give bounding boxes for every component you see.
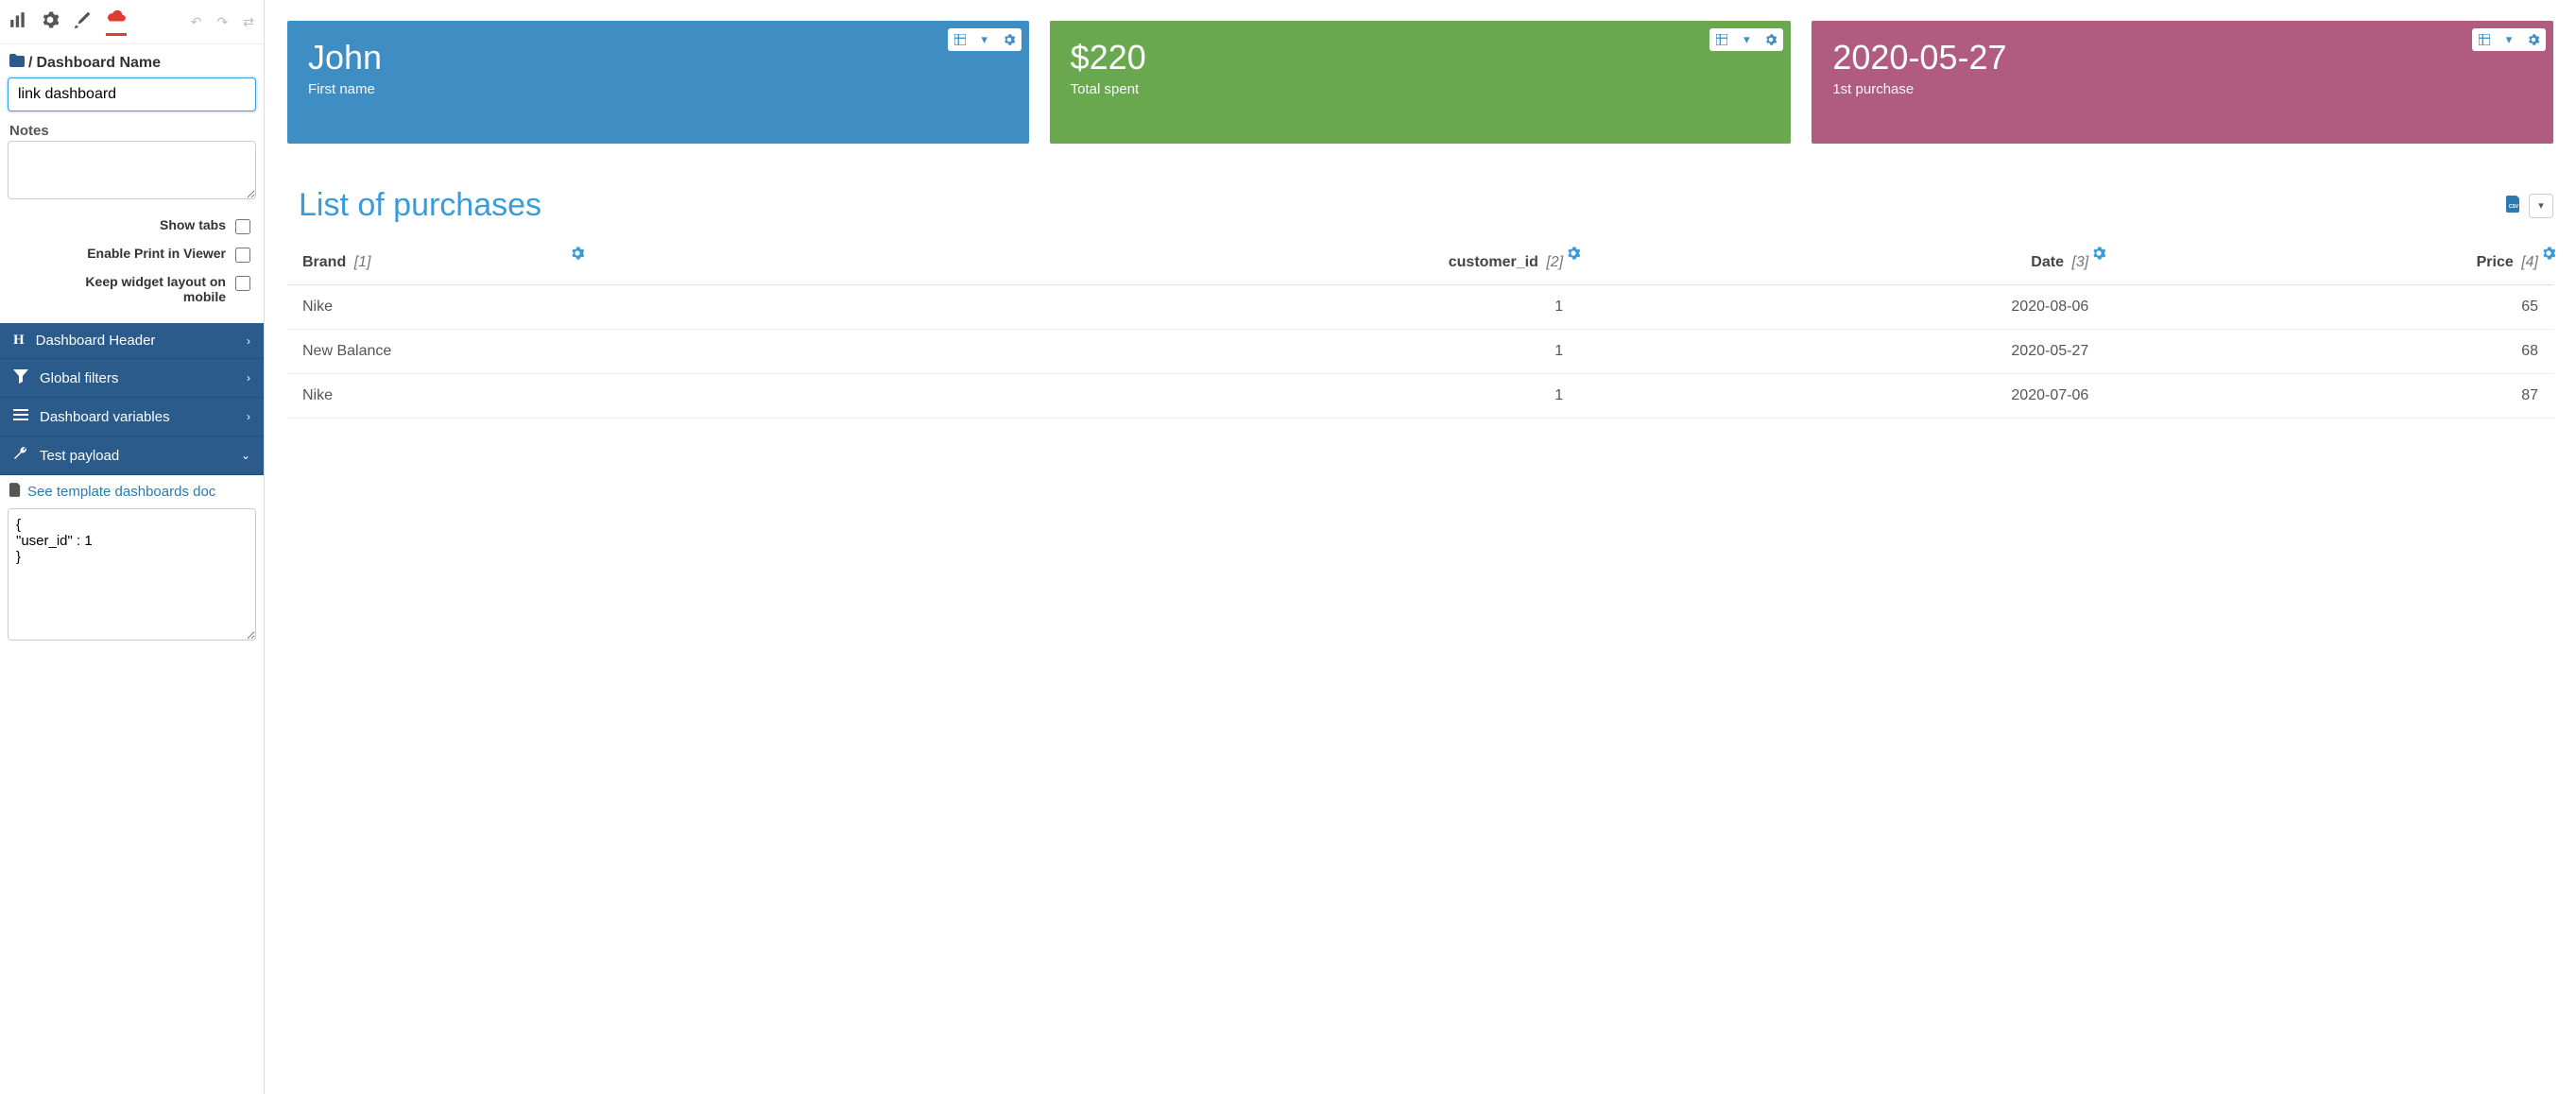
enable-print-checkbox[interactable] bbox=[235, 248, 250, 263]
doc-icon bbox=[9, 483, 22, 501]
cell-brand: Nike bbox=[287, 285, 870, 330]
accordion-variables[interactable]: Dashboard variables › bbox=[0, 398, 264, 436]
accordion-header-label: Dashboard Header bbox=[36, 333, 156, 349]
card-gear-icon[interactable] bbox=[2521, 28, 2546, 51]
accordion-payload-label: Test payload bbox=[40, 448, 119, 464]
col-label: customer_id bbox=[1449, 254, 1538, 270]
gear-icon[interactable] bbox=[42, 11, 59, 33]
kpi-value: 2020-05-27 bbox=[1832, 38, 2533, 77]
kpi-label: First name bbox=[308, 81, 1008, 97]
cloud-icon[interactable] bbox=[106, 8, 127, 36]
card-table-icon[interactable] bbox=[1709, 28, 1734, 51]
svg-text:CSV: CSV bbox=[2509, 204, 2519, 210]
table-options-dropdown[interactable]: ▾ bbox=[2529, 194, 2553, 218]
redo-icon[interactable]: ↷ bbox=[217, 14, 229, 30]
cell-customerid: 1 bbox=[870, 374, 1578, 419]
cell-brand: Nike bbox=[287, 374, 870, 419]
kpi-label: 1st purchase bbox=[1832, 81, 2533, 97]
filter-icon bbox=[13, 368, 28, 387]
col-customerid[interactable]: customer_id [2] bbox=[870, 241, 1578, 285]
swap-icon[interactable]: ⇄ bbox=[243, 14, 254, 30]
cell-price: 68 bbox=[2104, 330, 2553, 374]
kpi-card-totalspent: ▾ $220 Total spent bbox=[1050, 21, 1792, 144]
col-index: [1] bbox=[354, 254, 371, 270]
template-doc-link[interactable]: See template dashboards doc bbox=[0, 475, 264, 508]
col-brand[interactable]: Brand [1] bbox=[287, 241, 870, 285]
show-tabs-checkbox[interactable] bbox=[235, 219, 250, 234]
kpi-value: John bbox=[308, 38, 1008, 77]
accordion: H Dashboard Header › Global filters › Da… bbox=[0, 323, 264, 475]
card-caret-icon[interactable]: ▾ bbox=[972, 28, 997, 51]
sidebar: ↶ ↷ ⇄ / Dashboard Name Notes Show tabs E… bbox=[0, 0, 265, 1094]
accordion-payload[interactable]: Test payload ⌄ bbox=[0, 436, 264, 475]
kpi-card-firstpurchase: ▾ 2020-05-27 1st purchase bbox=[1812, 21, 2553, 144]
chevron-down-icon: ⌄ bbox=[241, 449, 250, 462]
col-date[interactable]: Date [3] bbox=[1578, 241, 2104, 285]
kpi-card-firstname: ▾ John First name bbox=[287, 21, 1029, 144]
keep-layout-label: Keep widget layout on mobile bbox=[46, 274, 226, 304]
csv-export-icon[interactable]: CSV bbox=[2506, 196, 2521, 215]
card-gear-icon[interactable] bbox=[1759, 28, 1783, 51]
sidebar-toolbar: ↶ ↷ ⇄ bbox=[0, 0, 264, 44]
chart-icon[interactable] bbox=[9, 11, 26, 33]
chevron-right-icon: › bbox=[247, 371, 250, 385]
card-caret-icon[interactable]: ▾ bbox=[1734, 28, 1759, 51]
enable-print-label: Enable Print in Viewer bbox=[87, 246, 226, 261]
purchases-table: Brand [1] customer_id [2] Date [3] Price… bbox=[287, 241, 2553, 419]
notes-label: Notes bbox=[0, 119, 264, 141]
cell-date: 2020-08-06 bbox=[1578, 285, 2104, 330]
table-row[interactable]: Nike12020-08-0665 bbox=[287, 285, 2553, 330]
card-table-icon[interactable] bbox=[948, 28, 972, 51]
cell-brand: New Balance bbox=[287, 330, 870, 374]
cell-date: 2020-07-06 bbox=[1578, 374, 2104, 419]
col-label: Price bbox=[2477, 254, 2514, 270]
table-header-row: Brand [1] customer_id [2] Date [3] Price… bbox=[287, 241, 2553, 285]
table-row[interactable]: Nike12020-07-0687 bbox=[287, 374, 2553, 419]
card-caret-icon[interactable]: ▾ bbox=[2497, 28, 2521, 51]
kpi-cards: ▾ John First name ▾ $220 Total spent ▾ 2… bbox=[287, 21, 2553, 144]
template-doc-link-label: See template dashboards doc bbox=[27, 484, 215, 500]
table-row[interactable]: New Balance12020-05-2768 bbox=[287, 330, 2553, 374]
wrench-icon bbox=[13, 446, 28, 465]
dashboard-name-input[interactable] bbox=[8, 77, 256, 111]
cell-price: 87 bbox=[2104, 374, 2553, 419]
col-gear-icon[interactable] bbox=[2542, 247, 2555, 263]
chevron-right-icon: › bbox=[247, 334, 250, 348]
list-icon bbox=[13, 407, 28, 426]
chevron-right-icon: › bbox=[247, 410, 250, 423]
notes-textarea[interactable] bbox=[8, 141, 256, 199]
col-label: Brand bbox=[302, 254, 346, 270]
keep-layout-checkbox[interactable] bbox=[235, 276, 250, 291]
payload-textarea[interactable]: { "user_id" : 1 } bbox=[8, 508, 256, 641]
col-label: Date bbox=[2031, 254, 2064, 270]
accordion-filters-label: Global filters bbox=[40, 370, 118, 386]
kpi-label: Total spent bbox=[1071, 81, 1771, 97]
card-table-icon[interactable] bbox=[2472, 28, 2497, 51]
undo-icon[interactable]: ↶ bbox=[191, 14, 202, 30]
header-icon: H bbox=[13, 333, 25, 349]
col-index: [4] bbox=[2521, 254, 2538, 270]
main: ▾ John First name ▾ $220 Total spent ▾ 2… bbox=[265, 0, 2576, 1094]
kpi-value: $220 bbox=[1071, 38, 1771, 77]
accordion-variables-label: Dashboard variables bbox=[40, 409, 170, 425]
table-title: List of purchases bbox=[287, 187, 541, 224]
folder-icon[interactable] bbox=[9, 54, 25, 72]
breadcrumb-label: Dashboard Name bbox=[36, 55, 161, 72]
brush-icon[interactable] bbox=[74, 11, 91, 33]
card-gear-icon[interactable] bbox=[997, 28, 1022, 51]
col-index: [2] bbox=[1546, 254, 1563, 270]
col-gear-icon[interactable] bbox=[571, 247, 584, 263]
col-price[interactable]: Price [4] bbox=[2104, 241, 2553, 285]
cell-customerid: 1 bbox=[870, 330, 1578, 374]
col-index: [3] bbox=[2071, 254, 2088, 270]
cell-date: 2020-05-27 bbox=[1578, 330, 2104, 374]
show-tabs-label: Show tabs bbox=[160, 217, 226, 232]
breadcrumb-sep: / bbox=[28, 55, 32, 72]
breadcrumb: / Dashboard Name bbox=[0, 44, 264, 77]
cell-price: 65 bbox=[2104, 285, 2553, 330]
accordion-filters[interactable]: Global filters › bbox=[0, 359, 264, 398]
cell-customerid: 1 bbox=[870, 285, 1578, 330]
accordion-header[interactable]: H Dashboard Header › bbox=[0, 323, 264, 359]
